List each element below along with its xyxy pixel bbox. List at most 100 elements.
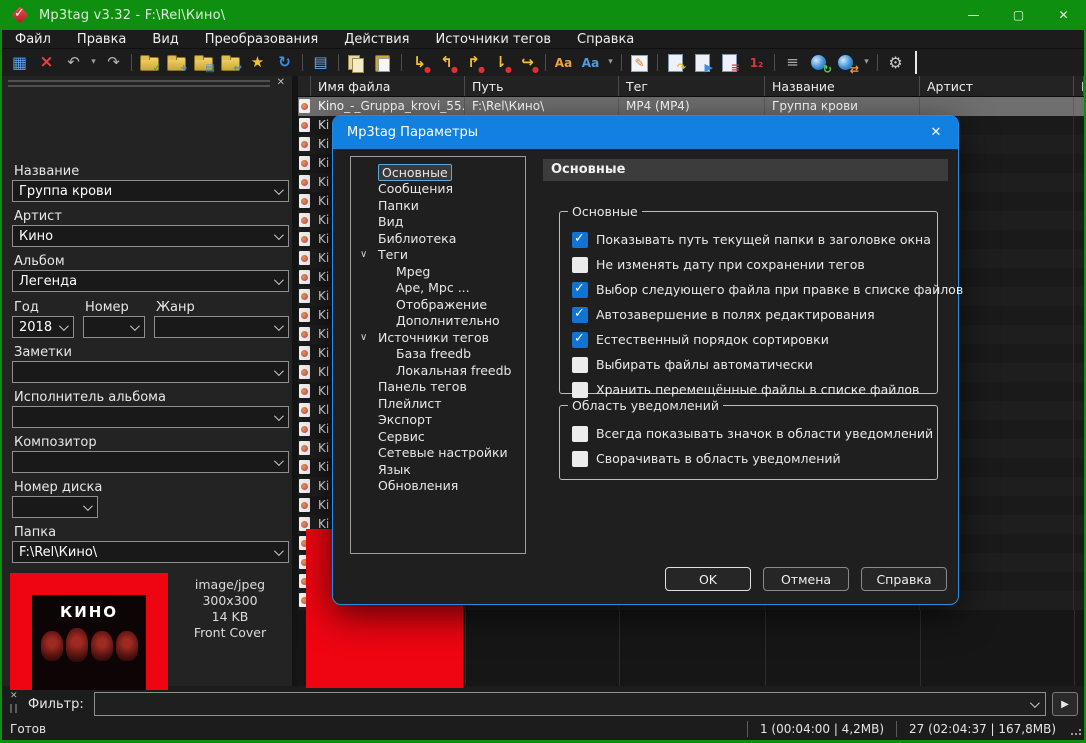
redo-icon[interactable]: ↷ xyxy=(101,51,126,74)
checkbox-row[interactable]: Автозавершение в полях редактирования xyxy=(572,302,937,327)
tree-item[interactable]: Дополнительно xyxy=(351,313,525,330)
tree-item[interactable]: Плейлист xyxy=(351,395,525,412)
help-button[interactable]: Справка xyxy=(861,567,947,591)
case-dropdown-icon[interactable]: ▾ xyxy=(605,51,616,74)
checkbox-row[interactable]: Не изменять дату при сохранении тегов xyxy=(572,252,937,277)
resize-grip[interactable] xyxy=(1068,722,1082,736)
checkbox[interactable] xyxy=(572,257,588,273)
tree-item[interactable]: Экспорт xyxy=(351,412,525,429)
refresh-icon[interactable]: ↻ xyxy=(272,51,297,74)
convert-textfile-tag-icon[interactable]: ⇂● xyxy=(488,51,513,74)
copy-icon[interactable] xyxy=(344,51,369,74)
checkbox[interactable] xyxy=(572,426,588,442)
toolbar-separator[interactable] xyxy=(302,54,303,71)
minimize-button[interactable]: — xyxy=(951,0,996,30)
checkbox[interactable] xyxy=(572,382,588,398)
cancel-button[interactable]: Отмена xyxy=(763,567,849,591)
toolbar-separator[interactable] xyxy=(545,54,546,71)
checkbox-row[interactable]: Показывать путь текущей папки в заголовк… xyxy=(572,227,937,252)
menu-item[interactable]: Действия xyxy=(331,30,422,49)
favorites-icon[interactable]: ★ xyxy=(245,51,270,74)
extended-tags-icon[interactable]: ▤ xyxy=(308,51,333,74)
tree-item[interactable]: Mpeg xyxy=(351,263,525,280)
tree-item[interactable]: Панель тегов xyxy=(351,379,525,396)
column-header[interactable]: Ис xyxy=(1074,76,1084,96)
checkbox-row[interactable]: Естественный порядок сортировки xyxy=(572,327,937,352)
menu-item[interactable]: Файл xyxy=(2,30,64,49)
toolbar-separator[interactable] xyxy=(131,54,132,71)
tree-item[interactable]: Вид xyxy=(351,214,525,231)
format-value-icon[interactable]: ✎ xyxy=(627,51,652,74)
filter-run-button[interactable]: ▶ xyxy=(1052,692,1078,716)
tree-item[interactable]: База freedb xyxy=(351,346,525,363)
tree-item[interactable]: ∨Теги xyxy=(351,247,525,264)
autonumbering-icon[interactable]: 1₂ xyxy=(744,51,769,74)
checkbox[interactable] xyxy=(572,357,588,373)
menu-item[interactable]: Вид xyxy=(139,30,191,49)
library-folder-icon[interactable]: ▤ xyxy=(191,51,216,74)
menu-item[interactable]: Источники тегов xyxy=(423,30,564,49)
disc-field[interactable] xyxy=(12,496,98,518)
import-text-icon[interactable]: ↷ xyxy=(663,51,688,74)
filter-input[interactable] xyxy=(95,694,1019,716)
toolbar-separator[interactable] xyxy=(877,54,878,71)
paste-icon[interactable] xyxy=(371,51,396,74)
remove-tag-icon[interactable]: × xyxy=(34,51,59,74)
add-directory-icon[interactable]: + xyxy=(164,51,189,74)
checkbox[interactable] xyxy=(572,307,588,323)
web-sources-freedb-icon[interactable]: ↻ xyxy=(807,51,832,74)
import-icon[interactable]: ≡ xyxy=(717,51,742,74)
websources-dropdown-icon[interactable]: ▾ xyxy=(861,51,872,74)
save-icon[interactable]: ▦ xyxy=(7,51,32,74)
move-folder-icon[interactable]: ↩ xyxy=(218,51,243,74)
checkbox-row[interactable]: Всегда показывать значок в области уведо… xyxy=(572,421,937,446)
checkbox[interactable] xyxy=(572,451,588,467)
checkbox-row[interactable]: Выбирать файлы автоматически xyxy=(572,352,937,377)
tree-item[interactable]: Библиотека xyxy=(351,230,525,247)
convert-filename-tag-icon[interactable]: ↰● xyxy=(434,51,459,74)
checkbox-row[interactable]: Сворачивать в область уведомлений xyxy=(572,446,937,471)
title-field[interactable]: Группа крови xyxy=(12,180,289,202)
ok-button[interactable]: OK xyxy=(665,567,751,591)
undo-icon[interactable]: ↶ xyxy=(61,51,86,74)
year-field[interactable]: 2018 xyxy=(12,316,74,338)
album-artist-field[interactable] xyxy=(12,406,289,428)
tree-item[interactable]: Сетевые настройки xyxy=(351,445,525,462)
toolbar-separator[interactable] xyxy=(401,54,402,71)
genre-field[interactable] xyxy=(154,316,289,338)
checkbox[interactable] xyxy=(572,282,588,298)
convert-filename-filename-icon[interactable]: ↱● xyxy=(461,51,486,74)
toolbar-separator[interactable] xyxy=(621,54,622,71)
tree-item[interactable]: Основные xyxy=(351,164,525,181)
case-conversion-alt-icon[interactable]: Aa xyxy=(578,51,603,74)
toolbar-separator[interactable] xyxy=(774,54,775,71)
tree-item[interactable]: Отображение xyxy=(351,296,525,313)
dialog-close-button[interactable]: ✕ xyxy=(914,125,958,140)
column-header[interactable]: Тег xyxy=(619,76,765,96)
tree-item[interactable]: Сервис xyxy=(351,428,525,445)
table-row[interactable]: Kino_-_Gruppa_krovi_55... F:\Rel\Кино\ M… xyxy=(298,97,1084,116)
convert-tag-textfile-icon[interactable]: ↪● xyxy=(515,51,540,74)
tree-item[interactable]: ∨Источники тегов xyxy=(351,329,525,346)
checkbox[interactable] xyxy=(572,332,588,348)
album-field[interactable]: Легенда xyxy=(12,270,289,292)
chevron-expanded-icon[interactable]: ∨ xyxy=(360,249,378,260)
composer-field[interactable] xyxy=(12,451,289,473)
track-field[interactable] xyxy=(83,316,145,338)
tree-item[interactable]: Ape, Mpc ... xyxy=(351,280,525,297)
panel-close-icon[interactable]: ✕ xyxy=(277,77,285,88)
checkbox[interactable] xyxy=(572,232,588,248)
checkbox-row[interactable]: Выбор следующего файла при правке в спис… xyxy=(572,277,937,302)
web-sources-icon[interactable]: ⇄ xyxy=(834,51,859,74)
column-header[interactable]: Имя файла xyxy=(311,76,465,96)
tree-item[interactable]: Сообщения xyxy=(351,181,525,198)
panel-drag-handle[interactable] xyxy=(8,80,270,87)
change-directory-icon[interactable]: ✓ xyxy=(137,51,162,74)
close-button[interactable]: ✕ xyxy=(1041,0,1086,30)
maximize-button[interactable]: ▢ xyxy=(996,0,1041,30)
directory-field[interactable]: F:\Rel\Кино\ xyxy=(12,541,289,563)
column-header[interactable]: Путь xyxy=(465,76,619,96)
undo-dropdown-icon[interactable]: ▾ xyxy=(88,51,99,74)
tree-item[interactable]: Обновления xyxy=(351,478,525,495)
options-wrench-icon[interactable]: ⚙ xyxy=(883,51,908,74)
